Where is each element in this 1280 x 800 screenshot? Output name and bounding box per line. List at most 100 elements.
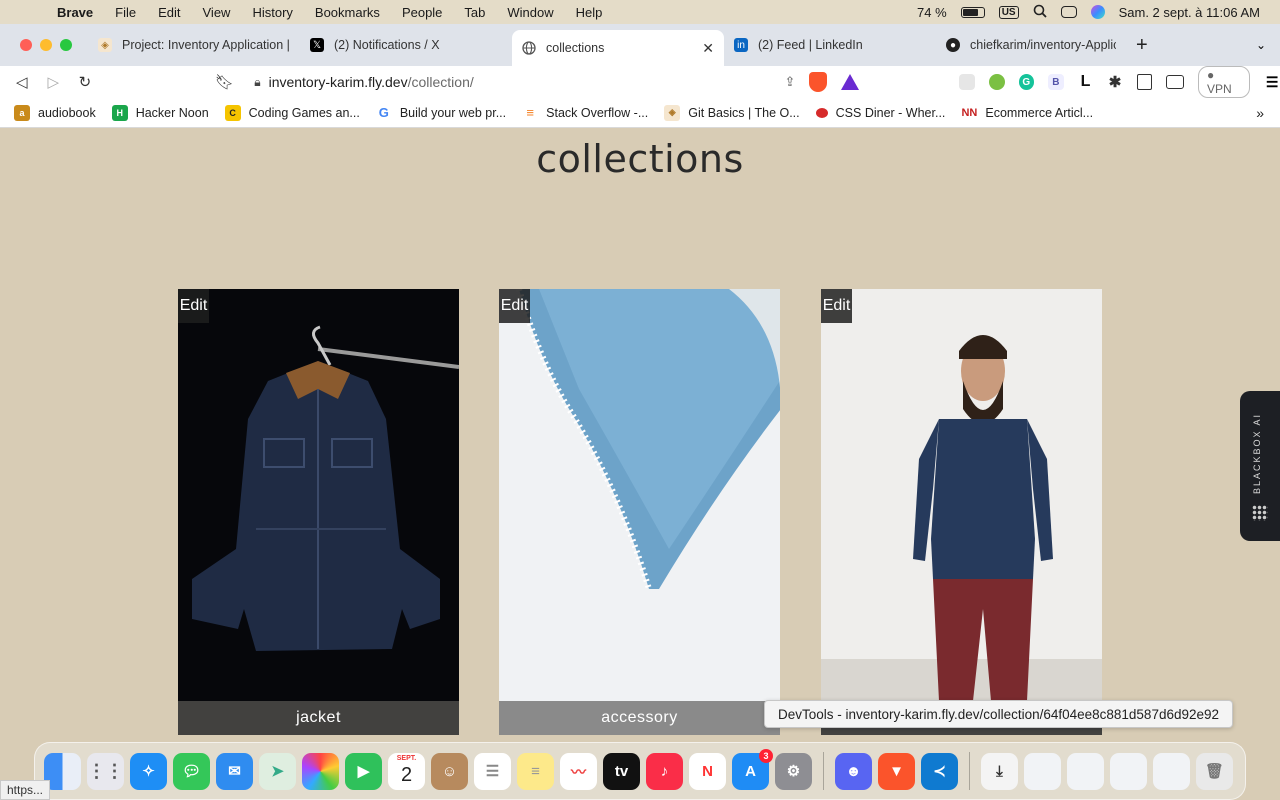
vpn-button[interactable]: ● VPN xyxy=(1198,66,1251,98)
window-thumbnail-icon[interactable] xyxy=(1110,752,1147,790)
tab-list-chevron-icon[interactable]: ⌄ xyxy=(1256,38,1266,52)
address-bar[interactable]: 🔒︎ inventory-karim.fly.dev/collection/ ⇪ xyxy=(248,68,860,96)
menu-people[interactable]: People xyxy=(391,5,453,20)
collection-card-shirt[interactable]: Edit shirt xyxy=(821,289,1102,735)
brave-icon[interactable]: ▼ xyxy=(878,752,915,790)
vscode-icon[interactable]: ≺ xyxy=(921,752,958,790)
forward-icon[interactable]: ▷ xyxy=(38,73,70,91)
launchpad-icon[interactable]: ⋮⋮ xyxy=(87,752,124,790)
share-icon[interactable]: ⇪ xyxy=(784,74,795,90)
close-tab-icon[interactable]: ✕ xyxy=(702,40,714,57)
bookmarks-overflow-icon[interactable]: » xyxy=(1256,105,1264,121)
shirt-image[interactable] xyxy=(821,289,1102,701)
notes-icon[interactable]: ≡ xyxy=(517,752,554,790)
jacket-image[interactable] xyxy=(178,289,459,701)
back-icon[interactable]: ◁ xyxy=(6,73,38,91)
bookmark-git-basics[interactable]: ◈ Git Basics | The O... xyxy=(664,104,800,121)
collection-card-accessory[interactable]: Edit accessory xyxy=(499,289,780,735)
card-caption[interactable]: jacket xyxy=(178,701,459,735)
menu-help[interactable]: Help xyxy=(565,5,614,20)
new-tab-icon[interactable]: + xyxy=(1136,34,1148,57)
window-thumbnail-icon[interactable] xyxy=(1024,752,1061,790)
tab-label: (2) Feed | LinkedIn xyxy=(758,38,863,52)
system-settings-icon[interactable]: ⚙ xyxy=(775,752,812,790)
bookmarks-bar: a audiobook H Hacker Noon C Coding Games… xyxy=(0,98,1280,128)
discord-icon[interactable]: ☻ xyxy=(835,752,872,790)
tab-notifications-x[interactable]: 𝕏 (2) Notifications / X xyxy=(300,29,512,61)
downloads-stack-icon[interactable]: ⤓ xyxy=(981,752,1018,790)
bookmark-ecommerce[interactable]: NN Ecommerce Articl... xyxy=(961,104,1093,121)
maps-icon[interactable]: ➤ xyxy=(259,752,296,790)
menu-tab[interactable]: Tab xyxy=(453,5,496,20)
menu-window[interactable]: Window xyxy=(496,5,564,20)
trash-icon[interactable]: 🗑︎ xyxy=(1196,752,1233,790)
tab-linkedin[interactable]: in (2) Feed | LinkedIn xyxy=(724,29,936,61)
extension-grid-icon[interactable] xyxy=(959,74,975,90)
brave-rewards-icon[interactable] xyxy=(841,74,860,90)
bookmark-audiobook[interactable]: a audiobook xyxy=(14,104,96,121)
tab-github[interactable]: ● chiefkarim/inventory-Applicatio xyxy=(936,29,1126,61)
zoom-window-icon[interactable] xyxy=(60,39,72,51)
extension-frog-icon[interactable] xyxy=(988,74,1005,90)
news-icon[interactable]: N xyxy=(689,752,726,790)
edit-button[interactable]: Edit xyxy=(821,289,852,323)
bookmark-page-icon[interactable]: 🔖︎ xyxy=(209,73,241,91)
accessory-image[interactable] xyxy=(499,289,780,701)
brave-shields-icon[interactable] xyxy=(809,72,828,92)
card-caption[interactable]: accessory xyxy=(499,701,780,735)
contacts-icon[interactable]: ☺ xyxy=(431,752,468,790)
menu-file[interactable]: File xyxy=(104,5,147,20)
menu-datetime[interactable]: Sam. 2 sept. à 11:06 AM xyxy=(1119,5,1260,20)
control-center-icon[interactable] xyxy=(1060,6,1077,18)
edit-button[interactable]: Edit xyxy=(178,289,209,323)
bookmark-label: audiobook xyxy=(38,105,96,120)
keyboard-layout-badge[interactable]: US xyxy=(998,5,1019,19)
wallet-icon[interactable] xyxy=(1166,75,1185,89)
bookmark-hacker-noon[interactable]: H Hacker Noon xyxy=(111,104,209,121)
menu-edit[interactable]: Edit xyxy=(147,5,191,20)
extension-l-icon[interactable]: L xyxy=(1078,73,1094,90)
photos-icon[interactable] xyxy=(302,752,339,790)
reminders-icon[interactable]: ☰ xyxy=(474,752,511,790)
hamburger-menu-icon[interactable]: ☰ xyxy=(1264,74,1280,90)
app-store-icon[interactable]: A 3 xyxy=(732,748,773,790)
spotlight-search-icon[interactable] xyxy=(1033,4,1047,21)
minimize-window-icon[interactable] xyxy=(40,39,52,51)
calendar-icon[interactable]: SEPT. 2 xyxy=(388,752,425,790)
reload-icon[interactable]: ↻ xyxy=(69,73,101,91)
collection-card-jacket[interactable]: Edit jacket xyxy=(178,289,459,735)
lock-icon[interactable]: 🔒︎ xyxy=(254,75,260,90)
window-thumbnail-icon[interactable] xyxy=(1067,752,1104,790)
bookmark-google[interactable]: G Build your web pr... xyxy=(375,104,506,121)
freeform-icon[interactable]: 〰 xyxy=(560,752,597,790)
tab-collections[interactable]: collections ✕ xyxy=(512,30,724,66)
mail-icon[interactable]: ✉ xyxy=(216,752,253,790)
messages-icon[interactable]: 💬︎ xyxy=(173,752,210,790)
window-thumbnail-icon[interactable] xyxy=(1153,752,1190,790)
siri-icon[interactable] xyxy=(1090,5,1105,19)
battery-icon[interactable] xyxy=(960,6,985,18)
menu-bookmarks[interactable]: Bookmarks xyxy=(304,5,391,20)
facetime-icon[interactable]: ▶ xyxy=(345,752,382,790)
apple-tv-icon[interactable]: tv xyxy=(603,752,640,790)
safari-icon[interactable]: ✧ xyxy=(130,752,167,790)
tab-label: chiefkarim/inventory-Applicatio xyxy=(970,38,1116,52)
bookmark-label: Stack Overflow -... xyxy=(546,105,649,120)
music-icon[interactable]: ♪ xyxy=(646,752,683,790)
blackbox-ai-side-tab[interactable]: BLACKBOX AI xyxy=(1240,391,1280,541)
menu-history[interactable]: History xyxy=(241,5,303,20)
edit-button[interactable]: Edit xyxy=(499,289,530,323)
tab-inventory-project[interactable]: ◈ Project: Inventory Application | xyxy=(88,29,300,61)
bookmark-css-diner[interactable]: CSS Diner - Wher... xyxy=(815,106,945,120)
bookmark-coding-games[interactable]: C Coding Games an... xyxy=(224,104,360,121)
extension-b-icon[interactable]: B xyxy=(1048,74,1064,90)
close-window-icon[interactable] xyxy=(20,39,32,51)
bookmark-stack-overflow[interactable]: ≡ Stack Overflow -... xyxy=(522,104,649,121)
odin-icon: ◈ xyxy=(98,38,112,52)
tab-label: (2) Notifications / X xyxy=(334,38,440,52)
sidebar-toggle-icon[interactable] xyxy=(1136,74,1153,90)
menu-view[interactable]: View xyxy=(192,5,242,20)
menu-app-name[interactable]: Brave xyxy=(46,5,104,20)
puzzle-extensions-icon[interactable]: ✱ xyxy=(1107,74,1123,91)
grammarly-icon[interactable]: G xyxy=(1018,74,1035,90)
